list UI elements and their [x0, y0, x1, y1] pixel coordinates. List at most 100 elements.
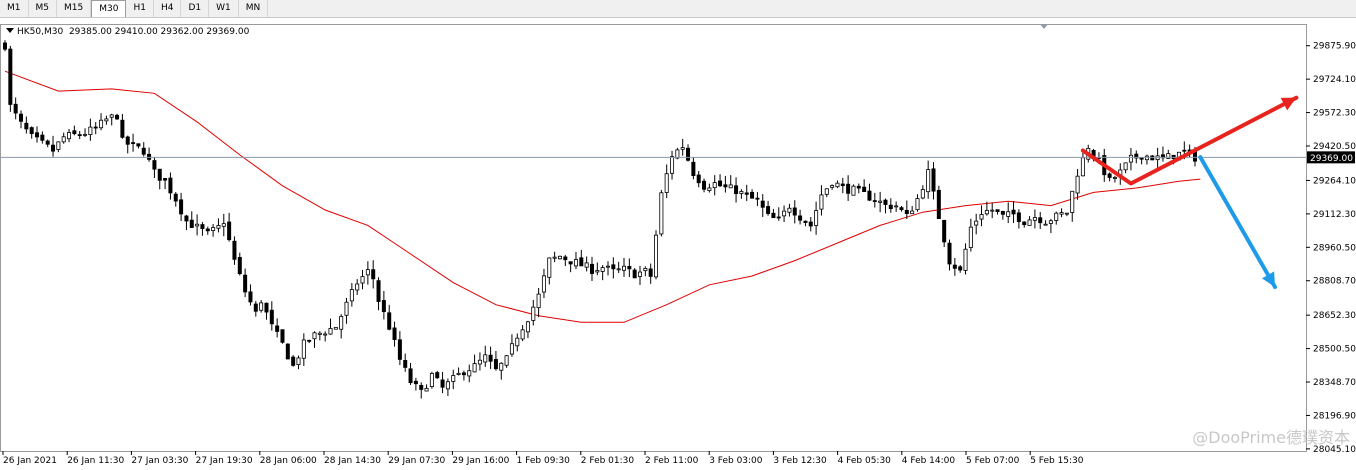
candle-body	[83, 133, 88, 136]
candle-body	[227, 221, 232, 241]
candle-body	[638, 271, 643, 277]
timeframe-m5[interactable]: M5	[29, 0, 57, 17]
candle-body	[979, 214, 984, 220]
candle-body	[360, 276, 365, 284]
candle-body	[88, 126, 93, 135]
candle-body	[35, 132, 40, 138]
candle-body	[440, 379, 445, 388]
time-tick-label: 28 Jan 14:30	[324, 456, 381, 466]
candle-body	[232, 240, 237, 260]
price-axis: 29875.90 29724.10 29572.30 29420.50 29264.10…	[1306, 42, 1356, 455]
timeframe-m15[interactable]: M15	[57, 0, 92, 17]
candle-body	[600, 267, 605, 272]
candle-body	[1048, 220, 1053, 224]
timeframe-m30[interactable]: M30	[91, 0, 127, 17]
candle-body	[968, 226, 973, 248]
candlestick-chart[interactable]: 29875.90 29724.10 29572.30 29420.50 29264.10…	[0, 24, 1356, 470]
candle-body	[1016, 212, 1021, 222]
candle-body	[205, 228, 210, 232]
candle-body	[141, 147, 146, 155]
candle-body	[589, 263, 594, 274]
time-tick-label: 28 Jan 06:00	[260, 456, 317, 466]
time-tick-label: 1 Feb 09:30	[517, 456, 571, 466]
candle-body	[163, 178, 168, 181]
candle-body	[867, 190, 872, 201]
ohlc-values: 29385.00 29410.00 29362.00 29369.00	[68, 27, 250, 37]
candle-body	[1006, 211, 1011, 217]
candle-body	[328, 327, 333, 335]
candle-body	[579, 257, 584, 267]
candle-body	[712, 182, 717, 189]
candle-body	[830, 185, 835, 188]
price-tick-label: 28196.90	[1313, 411, 1356, 421]
candle-body	[1080, 157, 1085, 177]
candle-body	[429, 373, 434, 387]
candle-body	[1043, 223, 1048, 226]
candle-body	[915, 198, 920, 211]
timeframe-toolbar: M1 M5 M15 M30 H1 H4 D1 W1 MN	[0, 0, 1356, 18]
candle-body	[40, 134, 45, 141]
candle-body	[93, 126, 98, 129]
candle-body	[926, 169, 931, 193]
candle-body	[766, 206, 771, 214]
price-tick-label: 28960.50	[1313, 243, 1356, 253]
collapse-triangle-icon[interactable]	[6, 28, 14, 33]
candle-body	[1000, 210, 1005, 215]
candle-body	[515, 337, 520, 347]
candle-body	[1064, 212, 1069, 215]
candle-body	[467, 370, 472, 377]
candle-body	[563, 256, 568, 261]
candle-body	[509, 343, 514, 355]
candle-body	[157, 168, 162, 181]
candle-body	[541, 275, 546, 293]
candle-body	[707, 187, 712, 191]
candle-body	[792, 207, 797, 216]
timeframe-mn[interactable]: MN	[239, 0, 269, 17]
time-tick-label: 2 Feb 11:00	[645, 456, 699, 466]
candle	[8, 45, 13, 112]
candle-body	[936, 189, 941, 219]
candle-body	[643, 268, 648, 272]
timeframe-w1[interactable]: W1	[209, 0, 239, 17]
time-tick-label: 3 Feb 12:30	[773, 456, 827, 466]
symbol-timeframe: HK50,M30	[17, 27, 64, 37]
candle-body	[696, 174, 701, 184]
candle-body	[1054, 212, 1059, 221]
candle-body	[819, 194, 824, 210]
candle-body	[1022, 221, 1027, 226]
candle-body	[237, 256, 242, 275]
plot-area	[0, 24, 1307, 452]
candle-body	[627, 265, 632, 270]
candle-body	[403, 360, 408, 368]
candle-body	[99, 119, 104, 129]
candle-body	[115, 114, 120, 120]
candle-body	[648, 268, 653, 277]
timeframe-h4[interactable]: H4	[154, 0, 182, 17]
candle-body	[200, 224, 205, 229]
candle-body	[1123, 162, 1128, 171]
candle-body	[798, 215, 803, 221]
timeframe-d1[interactable]: D1	[181, 0, 210, 17]
current-price-label: 29369.00	[1310, 154, 1353, 164]
candle-body	[483, 354, 488, 363]
candle-body	[536, 293, 541, 309]
candle-body	[952, 264, 957, 269]
candle-body	[654, 234, 659, 278]
timeframe-h1[interactable]: H1	[126, 0, 154, 17]
candle-body	[445, 381, 450, 390]
timeframe-m1[interactable]: M1	[0, 0, 29, 17]
candle-body	[349, 289, 354, 302]
time-tick-label: 5 Feb 15:30	[1030, 456, 1084, 466]
candle-body	[573, 259, 578, 267]
candle-body	[520, 329, 525, 340]
chart-info: HK50,M30 29385.00 29410.00 29362.00 2936…	[6, 27, 249, 37]
candle	[654, 230, 659, 280]
time-tick-label: 5 Feb 07:00	[966, 456, 1020, 466]
candle-body	[1027, 219, 1032, 226]
candle-body	[840, 183, 845, 187]
candle	[280, 329, 285, 344]
candle-body	[686, 147, 691, 161]
candle-body	[189, 219, 194, 228]
candle-body	[723, 184, 728, 188]
candle-body	[317, 332, 322, 335]
